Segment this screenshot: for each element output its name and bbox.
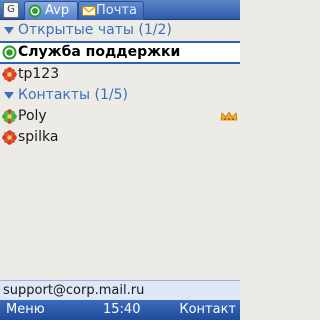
offline-red-flower-icon <box>2 130 17 145</box>
envelope-icon <box>82 6 96 16</box>
contact-name: spilka <box>18 129 59 145</box>
contact-name: Служба поддержки <box>18 44 181 60</box>
softkey-bar: Меню 15:40 Контакт <box>0 300 240 320</box>
offline-red-flower-icon <box>2 67 17 82</box>
contact-softkey[interactable]: Контакт <box>179 300 236 320</box>
group-header-open-chats[interactable]: Открытые чаты (1/2) <box>0 20 240 41</box>
tab-mail[interactable]: Почта <box>78 1 144 20</box>
crown-icon <box>220 111 238 121</box>
expand-arrow-icon <box>4 92 14 99</box>
group-header-label: Контакты (1/5) <box>18 87 128 103</box>
group-header-contacts[interactable]: Контакты (1/5) <box>0 85 240 106</box>
green-status-icon <box>28 4 42 18</box>
online-green-icon <box>2 45 17 60</box>
menu-softkey[interactable]: Меню <box>6 300 45 320</box>
tab-bar: G Avp Почта <box>0 0 240 20</box>
tab-general[interactable]: G <box>3 2 19 18</box>
online-green-flower-icon <box>2 109 17 124</box>
list-item-poly[interactable]: Poly <box>0 106 240 127</box>
contact-name: tp123 <box>18 66 60 82</box>
tab-avp-label: Avp <box>45 3 70 18</box>
status-line: support@corp.mail.ru <box>0 280 240 300</box>
tab-avp[interactable]: Avp <box>24 1 78 20</box>
list-item-spilka[interactable]: spilka <box>0 127 240 148</box>
status-text: support@corp.mail.ru <box>3 283 145 298</box>
tab-mail-label: Почта <box>96 3 137 18</box>
contact-name: Poly <box>18 108 47 124</box>
list-item-support[interactable]: Служба поддержки <box>0 41 240 64</box>
expand-arrow-icon <box>4 27 14 34</box>
contact-list: Открытые чаты (1/2) Служба поддержки tp1… <box>0 20 240 148</box>
list-item-tp123[interactable]: tp123 <box>0 64 240 85</box>
tab-general-label: G <box>7 4 15 15</box>
clock: 15:40 <box>103 302 141 317</box>
group-header-label: Открытые чаты (1/2) <box>18 22 172 38</box>
